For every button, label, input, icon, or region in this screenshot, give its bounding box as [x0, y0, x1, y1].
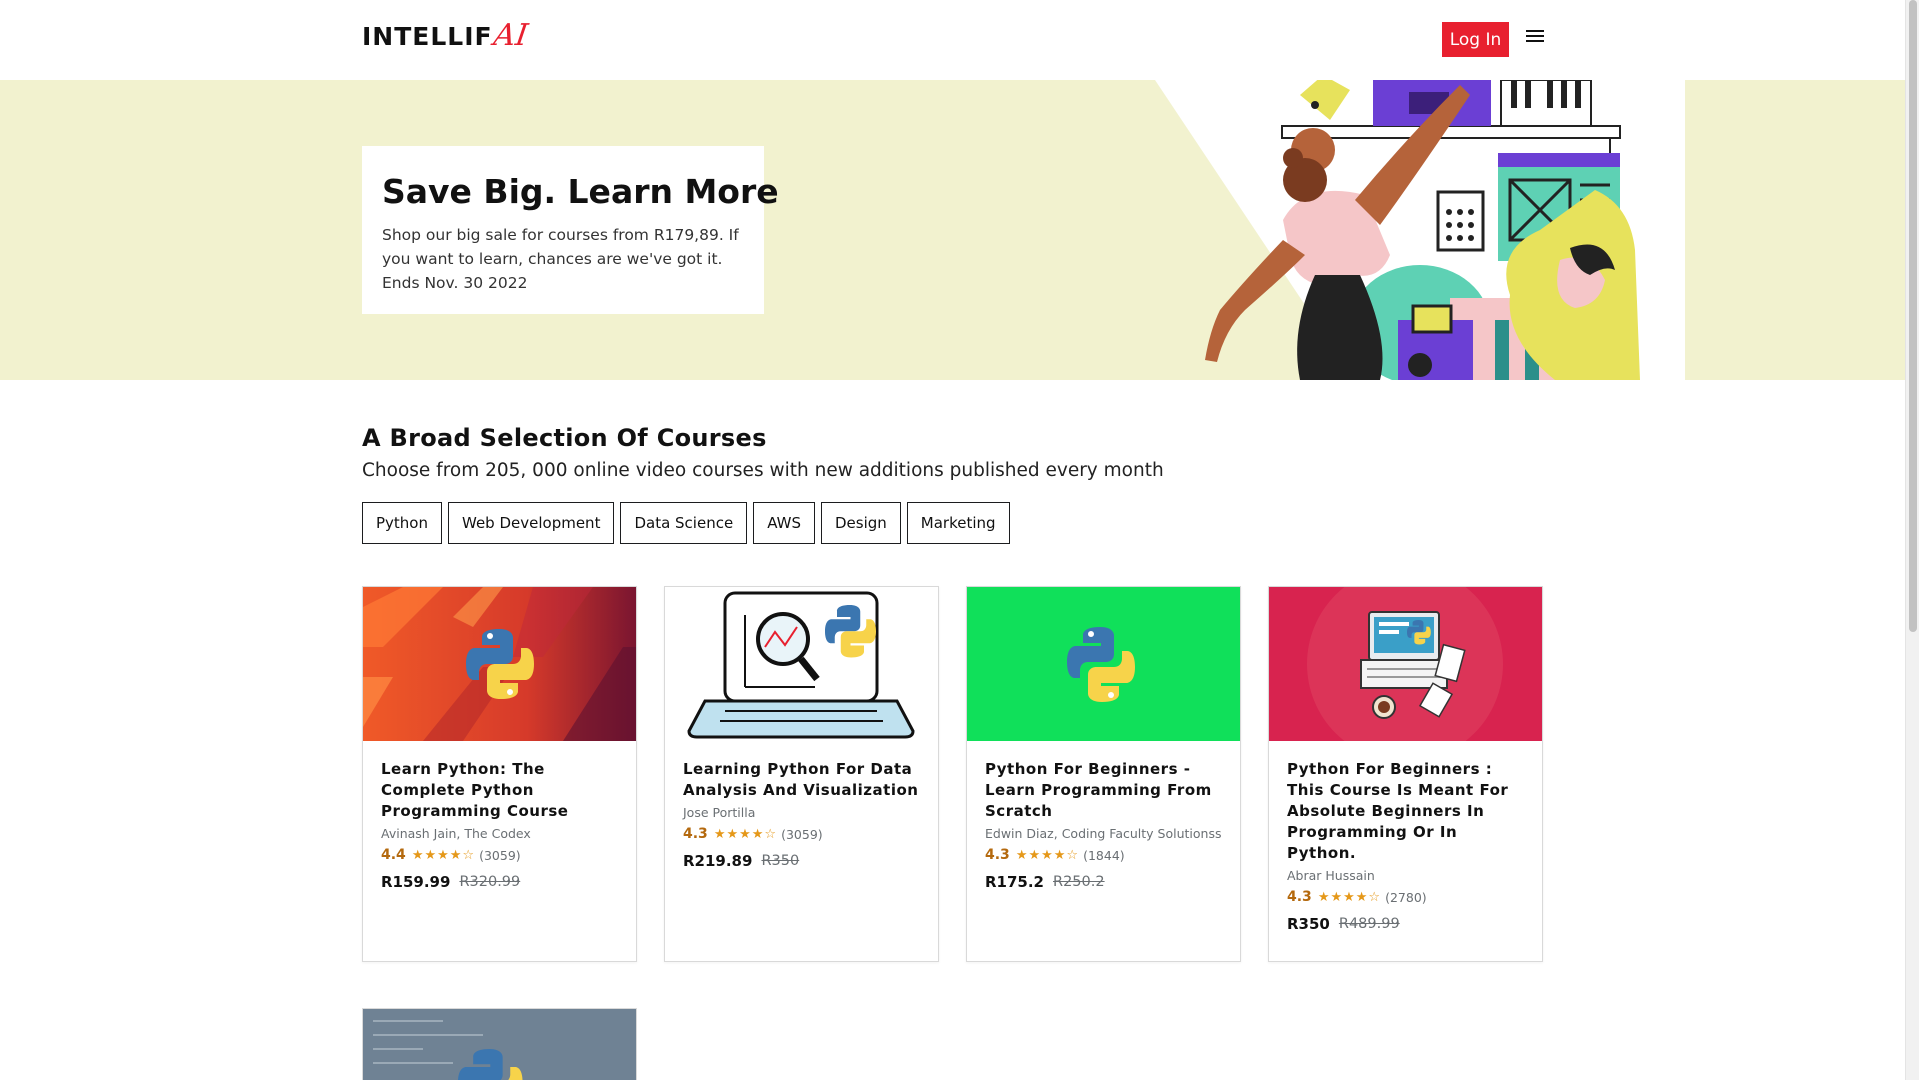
tab-python[interactable]: Python	[362, 502, 442, 544]
tab-web-development[interactable]: Web Development	[448, 502, 615, 544]
tab-aws[interactable]: AWS	[753, 502, 815, 544]
rating-value: 4.4	[381, 847, 406, 863]
current-price: R175.2	[985, 873, 1044, 891]
rating-value: 4.3	[683, 826, 708, 842]
star-rating-icon: ★★★★☆	[1317, 889, 1382, 905]
current-price: R159.99	[381, 873, 451, 891]
star-rating-icon: ★★★★☆	[1015, 847, 1080, 863]
section-title: A Broad Selection Of Courses	[362, 424, 767, 452]
course-rating: 4.3 ★★★★☆ (1844)	[985, 847, 1222, 863]
rating-value: 4.3	[1287, 889, 1312, 905]
course-rating: 4.3 ★★★★☆ (3059)	[683, 826, 920, 842]
course-price: R175.2 R250.2	[985, 873, 1222, 891]
hero-card: Save Big. Learn More Shop our big sale f…	[362, 146, 779, 314]
course-thumbnail	[665, 587, 938, 741]
brand-logo[interactable]: INTELLIF AI	[362, 18, 530, 53]
course-title[interactable]: Learn Python: The Complete Python Progra…	[381, 759, 618, 822]
course-card[interactable]: Python For Beginners - Learn Programming…	[966, 586, 1241, 962]
logo-text: INTELLIF	[362, 22, 493, 51]
star-rating-icon: ★★★★☆	[411, 847, 476, 863]
scrollbar-thumb[interactable]	[1909, 0, 1917, 632]
course-price: R350 R489.99	[1287, 915, 1524, 933]
logo-ai-text: AI	[491, 18, 530, 53]
category-tabs: Python Web Development Data Science AWS …	[362, 502, 1010, 544]
tab-marketing[interactable]: Marketing	[906, 502, 1010, 544]
hero-title: Save Big. Learn More	[382, 172, 779, 211]
current-price: R350	[1287, 915, 1330, 933]
rating-count: (1844)	[1083, 847, 1125, 863]
course-author: Abrar Hussain	[1287, 868, 1375, 883]
hamburger-icon[interactable]	[1526, 30, 1544, 44]
course-rating: 4.3 ★★★★☆ (2780)	[1287, 889, 1524, 905]
star-rating-icon: ★★★★☆	[713, 826, 778, 842]
course-thumbnail	[363, 1009, 636, 1080]
rating-count: (2780)	[1385, 889, 1427, 905]
login-button[interactable]: Log In	[1442, 22, 1509, 57]
course-title[interactable]: Python For Beginners - Learn Programming…	[985, 759, 1222, 822]
tab-data-science[interactable]: Data Science	[620, 502, 748, 544]
course-card[interactable]: Learn Python: The Complete Python Progra…	[362, 586, 637, 962]
course-thumbnail	[363, 587, 636, 741]
tab-design[interactable]: Design	[820, 502, 901, 544]
course-price: R159.99 R320.99	[381, 873, 618, 891]
rating-value: 4.3	[985, 847, 1010, 863]
current-price: R219.89	[683, 852, 753, 870]
section-subtitle: Choose from 205, 000 online video course…	[362, 460, 1164, 481]
hero-illustration	[1155, 80, 1685, 380]
course-card[interactable]: Learning Python For Data Analysis And Vi…	[664, 586, 939, 962]
rating-count: (3059)	[479, 847, 521, 863]
page-scrollbar[interactable]	[1905, 0, 1919, 1080]
course-author: Jose Portilla	[683, 805, 756, 820]
course-title[interactable]: Python For Beginners : This Course Is Me…	[1287, 759, 1524, 864]
course-title[interactable]: Learning Python For Data Analysis And Vi…	[683, 759, 920, 801]
hero-banner: Save Big. Learn More Shop our big sale f…	[0, 80, 1905, 380]
hero-text: Shop our big sale for courses from R179,…	[382, 226, 739, 292]
original-price: R320.99	[459, 874, 521, 890]
course-author: Avinash Jain, The Codex	[381, 826, 531, 841]
course-rating: 4.4 ★★★★☆ (3059)	[381, 847, 618, 863]
course-card[interactable]: Python For Beginners : This Course Is Me…	[1268, 586, 1543, 962]
original-price: R489.99	[1338, 916, 1400, 932]
original-price: R350	[761, 853, 800, 869]
course-thumbnail	[967, 587, 1240, 741]
original-price: R250.2	[1053, 874, 1105, 890]
course-thumbnail	[1269, 587, 1542, 741]
course-author: Edwin Diaz, Coding Faculty Solutionss	[985, 826, 1222, 841]
course-card[interactable]	[362, 1008, 637, 1080]
course-price: R219.89 R350	[683, 852, 920, 870]
rating-count: (3059)	[781, 826, 823, 842]
top-navbar: INTELLIF AI Log In	[0, 0, 1905, 80]
